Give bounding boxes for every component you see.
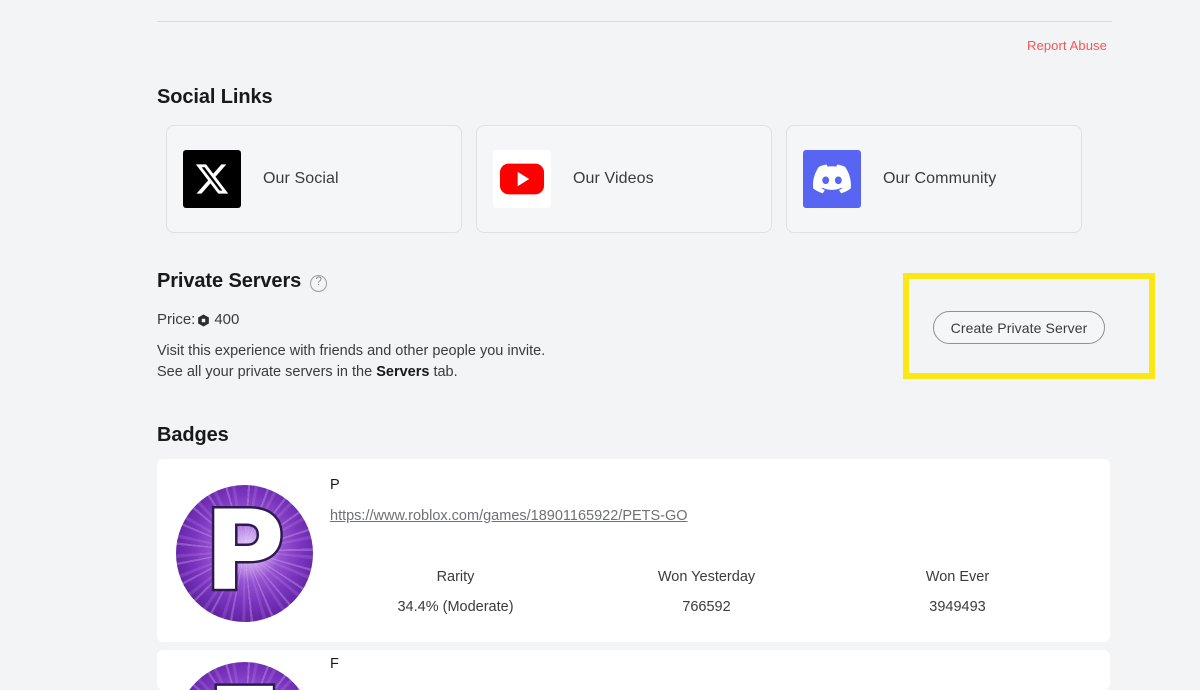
discord-logo-icon — [803, 150, 861, 208]
badge-letter: F — [176, 662, 313, 690]
price-value: 400 — [214, 311, 239, 328]
description-line-2: See all your private servers in the Serv… — [157, 362, 545, 383]
social-links-heading: Social Links — [157, 86, 273, 109]
social-card-label: Our Videos — [573, 170, 654, 188]
badge-row[interactable]: P P https://www.roblox.com/games/1890116… — [157, 459, 1110, 642]
stat-label: Rarity — [330, 569, 581, 585]
report-abuse-link[interactable]: Report Abuse — [1027, 38, 1107, 53]
game-details-page: Report Abuse Social Links Our Social Our… — [0, 0, 1200, 675]
badge-row[interactable]: F F — [157, 650, 1110, 690]
servers-tab-link[interactable]: Servers — [376, 364, 429, 380]
x-logo-icon — [183, 150, 241, 208]
social-card-x[interactable]: Our Social — [166, 125, 462, 233]
private-servers-heading: Private Servers ? — [157, 270, 327, 293]
badges-heading: Badges — [157, 424, 229, 447]
badge-letter: P — [176, 485, 313, 622]
stat-label: Won Ever — [832, 569, 1083, 585]
stat-value: 34.4% (Moderate) — [330, 599, 581, 615]
robux-icon — [197, 314, 210, 327]
description-prefix: See all your private servers in the — [157, 364, 376, 380]
stat-won-ever: Won Ever 3949493 — [832, 569, 1083, 615]
stat-rarity: Rarity 34.4% (Moderate) — [330, 569, 581, 615]
question-mark-icon[interactable]: ? — [310, 275, 327, 292]
badge-stats: Rarity 34.4% (Moderate) Won Yesterday 76… — [330, 569, 1090, 615]
social-card-discord[interactable]: Our Community — [786, 125, 1082, 233]
badge-row-inner: F F — [157, 650, 1110, 690]
private-server-price: Price: 400 — [157, 311, 239, 328]
social-links-row: Our Social Our Videos Our Community — [166, 125, 1082, 233]
badge-name: F — [330, 656, 339, 672]
create-private-server-button[interactable]: Create Private Server — [933, 311, 1105, 344]
section-divider — [157, 21, 1112, 22]
stat-label: Won Yesterday — [581, 569, 832, 585]
badge-row-inner: P P https://www.roblox.com/games/1890116… — [157, 459, 1110, 642]
social-card-youtube[interactable]: Our Videos — [476, 125, 772, 233]
badge-url-link[interactable]: https://www.roblox.com/games/18901165922… — [330, 508, 688, 524]
stat-value: 3949493 — [832, 599, 1083, 615]
badge-name: P — [330, 477, 340, 493]
price-label: Price: — [157, 311, 195, 328]
social-card-label: Our Social — [263, 170, 339, 188]
youtube-logo-icon — [493, 150, 551, 208]
stat-won-yesterday: Won Yesterday 766592 — [581, 569, 832, 615]
private-servers-title: Private Servers — [157, 270, 301, 293]
private-servers-description: Visit this experience with friends and o… — [157, 341, 545, 383]
description-suffix: tab. — [429, 364, 457, 380]
stat-value: 766592 — [581, 599, 832, 615]
badge-f-icon: F — [176, 662, 313, 690]
badge-p-icon: P — [176, 485, 313, 622]
social-card-label: Our Community — [883, 170, 996, 188]
description-line-1: Visit this experience with friends and o… — [157, 341, 545, 362]
